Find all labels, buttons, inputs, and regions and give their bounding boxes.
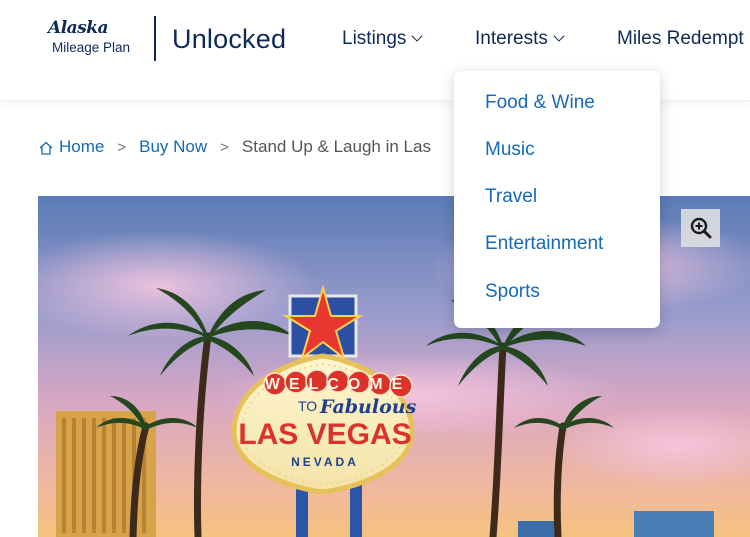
sign-city: LAS VEGAS [238, 418, 411, 451]
nav-interests-label: Interests [475, 28, 548, 49]
nav-miles-redemption[interactable]: Miles Redempt [617, 28, 744, 50]
sign-fabulous: Fabulous [319, 396, 417, 418]
home-icon[interactable] [38, 140, 54, 156]
logo-script-text: Alaska [48, 18, 109, 38]
logo-divider [154, 16, 156, 61]
breadcrumb-separator: > [117, 138, 127, 156]
sign-welcome: WELCOME [265, 376, 412, 393]
sign-to: TO [298, 398, 317, 414]
breadcrumb-separator: > [220, 138, 229, 156]
breadcrumb-buy-now[interactable]: Buy Now [139, 137, 207, 157]
alaska-mileage-plan-logo[interactable]: Alaska Mileage Plan [44, 18, 144, 62]
nav-listings-label: Listings [342, 28, 407, 49]
menu-item-entertainment[interactable]: Entertainment [485, 233, 603, 255]
menu-item-sports[interactable]: Sports [485, 281, 540, 303]
chevron-down-icon [411, 30, 424, 42]
chevron-down-icon [553, 30, 565, 42]
menu-item-food-wine[interactable]: Food & Wine [485, 92, 595, 114]
nav-miles-label: Miles Redempt [617, 28, 744, 49]
zoom-in-icon [690, 217, 711, 239]
sign-state: NEVADA [291, 455, 359, 469]
breadcrumb-home[interactable]: Home [59, 137, 104, 157]
menu-item-travel[interactable]: Travel [485, 186, 537, 208]
logo-sub-text: Mileage Plan [52, 40, 131, 55]
menu-item-music[interactable]: Music [485, 139, 535, 161]
interests-dropdown-menu: Food & Wine Music Travel Entertainment S… [454, 71, 660, 328]
zoom-button[interactable] [681, 209, 720, 247]
nav-listings[interactable]: Listings [342, 28, 424, 50]
nav-interests[interactable]: Interests [475, 28, 565, 50]
brand-title[interactable]: Unlocked [172, 24, 286, 55]
breadcrumb-current: Stand Up & Laugh in Las [241, 137, 431, 156]
breadcrumb: Home > Buy Now > Stand Up & Laugh in Las [38, 137, 431, 157]
